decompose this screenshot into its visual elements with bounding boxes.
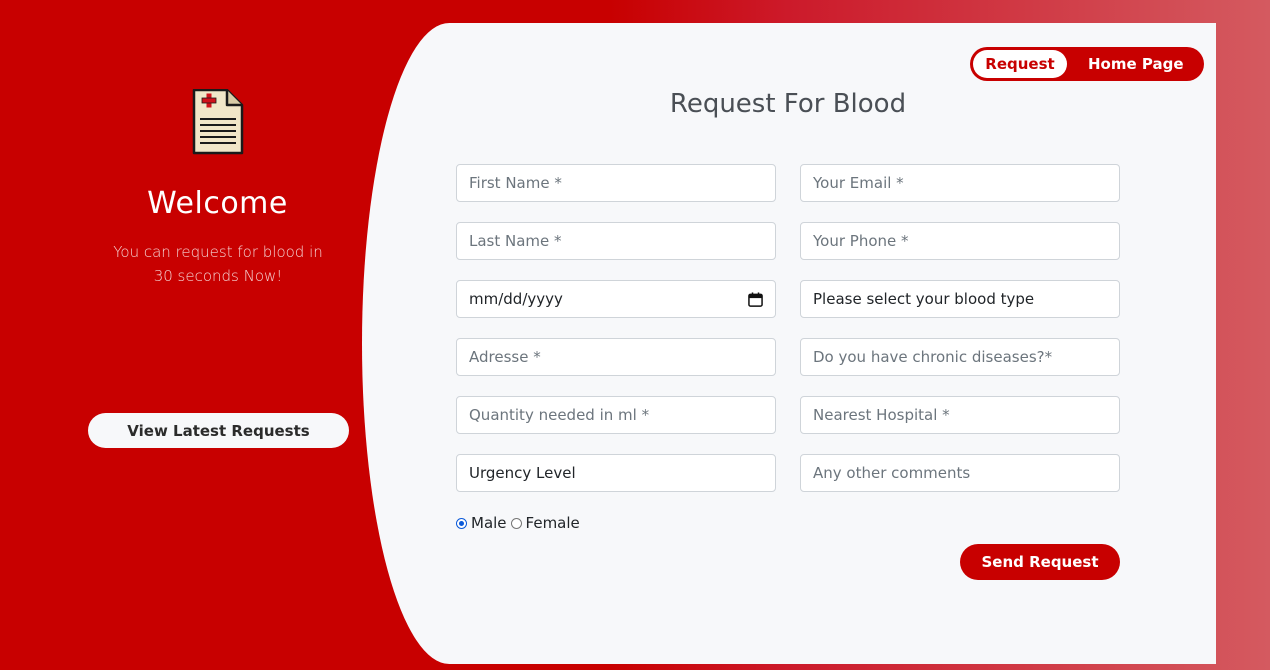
address-input[interactable] — [456, 338, 776, 376]
gender-radio-group: Male Female — [456, 514, 584, 532]
date-input[interactable]: mm/dd/yyyy — [456, 280, 776, 318]
send-request-button[interactable]: Send Request — [960, 544, 1120, 580]
male-label: Male — [471, 514, 507, 532]
medical-document-icon — [192, 89, 244, 155]
calendar-icon[interactable] — [748, 291, 763, 307]
home-page-tab[interactable]: Home Page — [1088, 50, 1184, 78]
blood-type-select[interactable]: Please select your blood type — [800, 280, 1120, 318]
date-value: mm/dd/yyyy — [469, 290, 563, 308]
male-radio[interactable] — [456, 517, 467, 529]
nearest-hospital-input[interactable] — [800, 396, 1120, 434]
urgency-level-select[interactable]: Urgency Level — [456, 454, 776, 492]
form-title: Request For Blood — [669, 89, 907, 119]
welcome-subtitle: You can request for blood in 30 seconds … — [113, 243, 323, 285]
page-toggle: Request Home Page — [970, 47, 1204, 81]
comments-input[interactable] — [800, 454, 1120, 492]
email-input[interactable] — [800, 164, 1120, 202]
request-tab[interactable]: Request — [973, 50, 1067, 78]
last-name-input[interactable] — [456, 222, 776, 260]
female-radio[interactable] — [510, 517, 522, 529]
first-name-input[interactable] — [456, 164, 776, 202]
view-latest-requests-button[interactable]: View Latest Requests — [88, 413, 349, 448]
female-label: Female — [525, 514, 580, 532]
quantity-input[interactable] — [456, 396, 776, 434]
blood-type-value: Please select your blood type — [813, 290, 1035, 308]
urgency-level-value: Urgency Level — [469, 464, 576, 482]
phone-input[interactable] — [800, 222, 1120, 260]
chronic-diseases-input[interactable] — [800, 338, 1120, 376]
